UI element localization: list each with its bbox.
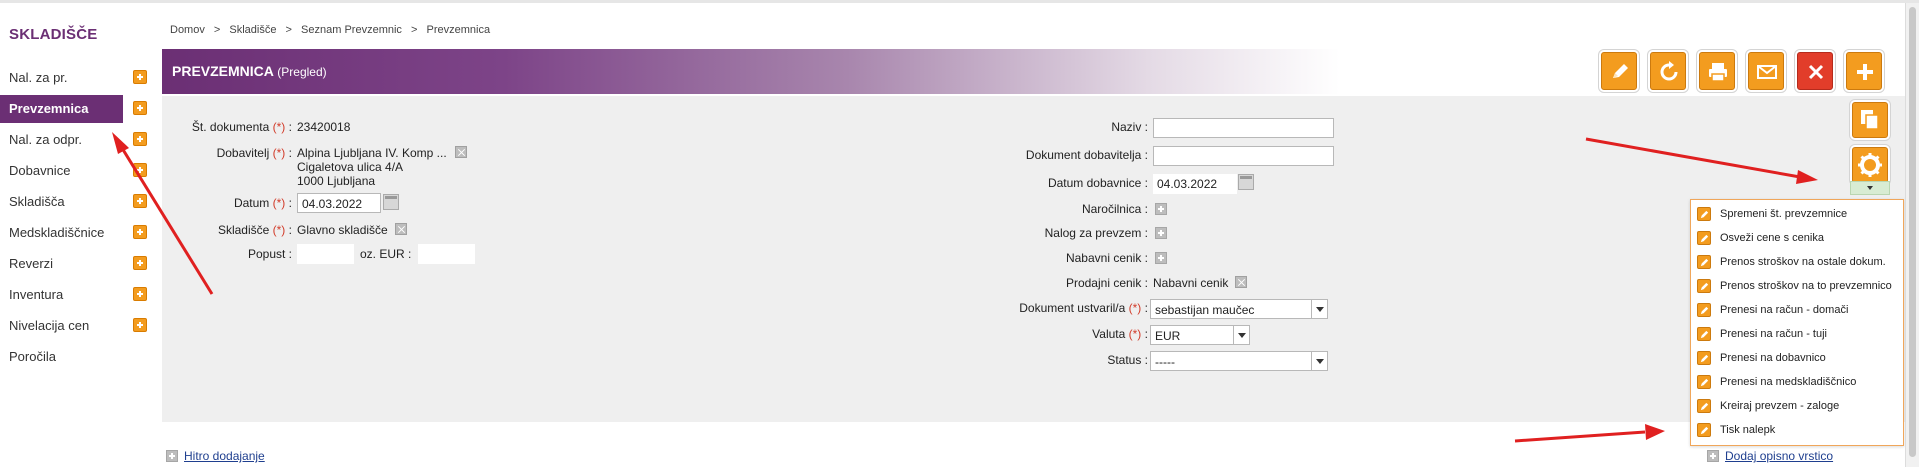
annotation-arrow	[120, 147, 214, 295]
annotation-arrow	[1585, 137, 1801, 179]
annotation-arrow-head	[1645, 424, 1665, 440]
annotation-arrow-head	[1796, 170, 1818, 184]
annotation-arrow	[1514, 430, 1646, 443]
annotation-arrow-head	[112, 132, 129, 154]
annotation-arrows	[112, 132, 1818, 443]
scrollbar-thumb[interactable]	[1909, 7, 1916, 457]
page-scrollbar[interactable]	[1905, 3, 1919, 467]
